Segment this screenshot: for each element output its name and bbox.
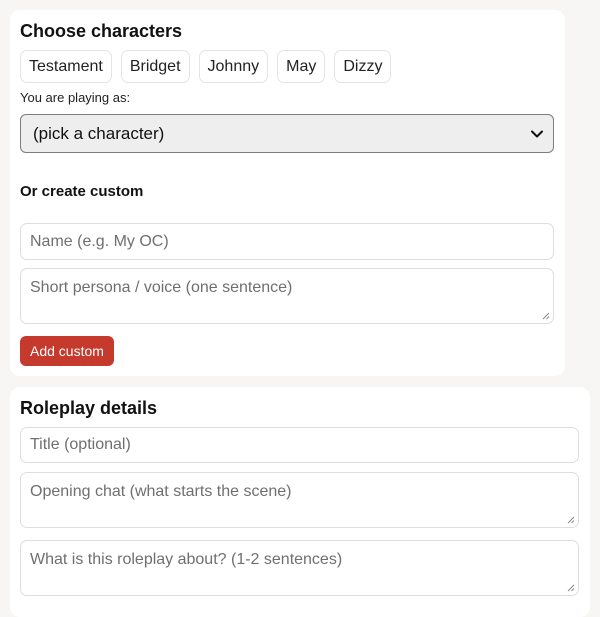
- character-chip-list: Testament Bridget Johnny May Dizzy: [20, 50, 392, 83]
- character-chip-johnny[interactable]: Johnny: [198, 50, 269, 83]
- playing-as-selected-value: (pick a character): [33, 123, 165, 143]
- character-chip-may[interactable]: May: [277, 50, 326, 83]
- add-custom-button[interactable]: Add custom: [20, 336, 114, 366]
- playing-as-label: You are playing as:: [20, 90, 131, 105]
- custom-name-input[interactable]: Name (e.g. My OC): [20, 223, 554, 260]
- chevron-down-icon: [531, 130, 543, 137]
- opening-chat-placeholder: Opening chat (what starts the scene): [30, 483, 292, 500]
- resize-grip-icon[interactable]: [567, 584, 575, 592]
- roleplay-about-textarea[interactable]: What is this roleplay about? (1-2 senten…: [20, 540, 579, 596]
- roleplay-details-heading: Roleplay details: [20, 398, 158, 418]
- character-chip-bridget[interactable]: Bridget: [120, 50, 190, 83]
- create-custom-heading: Or create custom: [20, 183, 144, 200]
- opening-chat-textarea[interactable]: Opening chat (what starts the scene): [20, 472, 579, 528]
- choose-characters-card: Choose characters Testament Bridget John…: [10, 10, 565, 376]
- choose-characters-heading: Choose characters: [20, 21, 183, 41]
- resize-grip-icon[interactable]: [542, 312, 550, 320]
- resize-grip-icon[interactable]: [567, 516, 575, 524]
- custom-persona-placeholder: Short persona / voice (one sentence): [30, 279, 293, 296]
- custom-name-placeholder: Name (e.g. My OC): [30, 232, 169, 250]
- character-chip-testament[interactable]: Testament: [20, 50, 112, 83]
- roleplay-title-input[interactable]: Title (optional): [20, 427, 579, 463]
- roleplay-details-card: Roleplay details Title (optional) Openin…: [10, 387, 590, 617]
- playing-as-select[interactable]: (pick a character): [20, 114, 554, 153]
- custom-persona-textarea[interactable]: Short persona / voice (one sentence): [20, 268, 554, 324]
- character-chip-dizzy[interactable]: Dizzy: [334, 50, 392, 83]
- roleplay-about-placeholder: What is this roleplay about? (1-2 senten…: [30, 551, 343, 568]
- roleplay-title-placeholder: Title (optional): [30, 436, 131, 453]
